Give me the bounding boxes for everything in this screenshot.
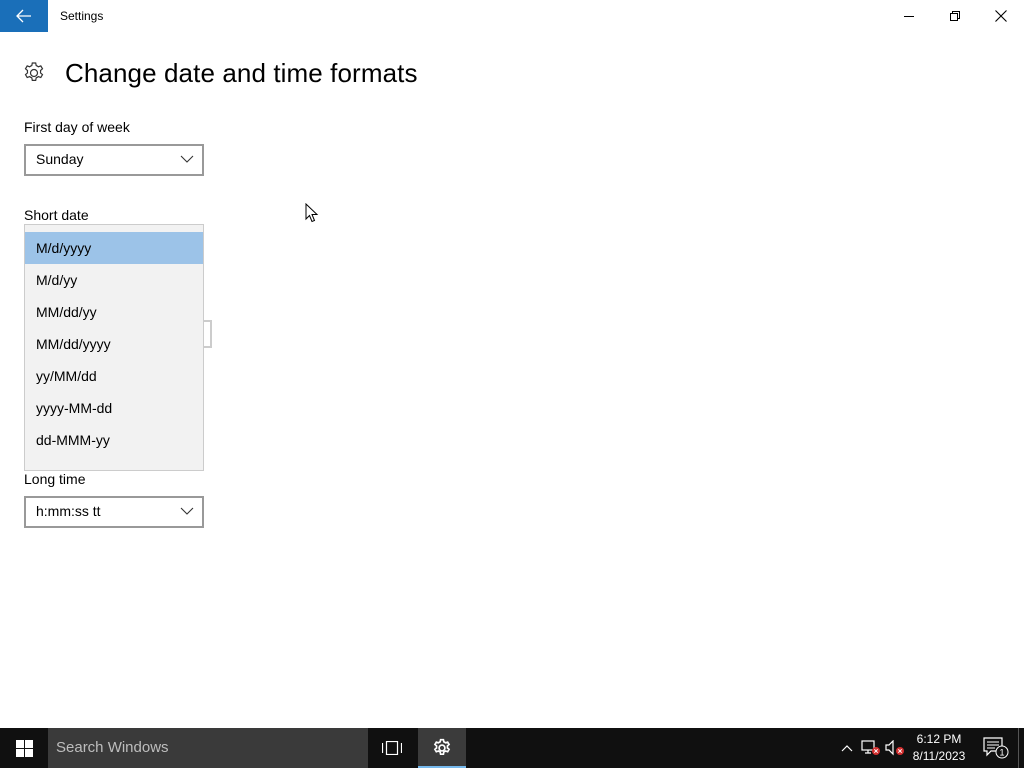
window-title: Settings: [60, 9, 104, 23]
maximize-button[interactable]: [932, 0, 978, 32]
notifications-icon: 1: [983, 737, 1009, 759]
short-date-options-list: M/d/yyyy M/d/yy MM/dd/yy MM/dd/yyyy yy/M…: [24, 224, 204, 471]
long-time-dropdown[interactable]: h:mm:ss tt: [24, 496, 204, 528]
settings-window: Settings Change date and time formats Fi…: [0, 0, 1024, 728]
taskbar-clock[interactable]: 6:12 PM 8/11/2023: [906, 731, 972, 765]
long-time-label: Long time: [24, 471, 86, 487]
first-day-label: First day of week: [24, 119, 130, 135]
notification-count: 1: [999, 748, 1004, 758]
close-icon: [995, 10, 1007, 22]
page-header: Change date and time formats: [22, 56, 418, 90]
gear-icon: [433, 738, 451, 755]
long-time-value: h:mm:ss tt: [36, 503, 101, 519]
chevron-up-icon: [841, 745, 853, 752]
clock-time: 6:12 PM: [916, 732, 962, 746]
short-date-label: Short date: [24, 207, 89, 223]
short-date-option[interactable]: M/d/yyyy: [25, 232, 203, 264]
volume-tray-button[interactable]: [884, 728, 906, 768]
gear-icon: [24, 62, 44, 81]
volume-muted-icon: [885, 740, 904, 756]
restore-icon: [950, 11, 960, 21]
chevron-down-icon: [180, 155, 194, 163]
short-date-option[interactable]: M/d/yy: [25, 264, 203, 296]
task-view-icon: [382, 741, 402, 755]
first-day-dropdown[interactable]: Sunday: [24, 144, 204, 176]
minimize-icon: [904, 16, 914, 17]
action-center-button[interactable]: 1: [978, 728, 1014, 768]
search-placeholder: Search Windows: [56, 739, 169, 756]
page-title: Change date and time formats: [65, 57, 418, 88]
clock-date: 8/11/2023: [912, 749, 966, 763]
short-date-option[interactable]: yy/MM/dd: [25, 360, 203, 392]
taskbar-settings-app[interactable]: [418, 728, 466, 768]
show-desktop-button[interactable]: [1018, 728, 1024, 768]
task-view-button[interactable]: [370, 728, 414, 768]
back-arrow-icon: [16, 9, 31, 23]
short-date-option[interactable]: MM/dd/yyyy: [25, 328, 203, 360]
mouse-cursor-icon: [305, 203, 319, 223]
taskbar: Search Windows 6:12 PM 8/11/2023 1: [0, 728, 1024, 768]
chevron-down-icon: [180, 507, 194, 515]
show-hidden-icons-button[interactable]: [838, 728, 856, 768]
start-button[interactable]: [0, 728, 48, 768]
back-button[interactable]: [0, 0, 48, 32]
network-tray-button[interactable]: [860, 728, 882, 768]
short-date-option[interactable]: yyyy-MM-dd: [25, 392, 203, 424]
windows-logo-icon: [15, 739, 33, 757]
taskbar-search-box[interactable]: Search Windows: [48, 728, 368, 768]
title-bar: Settings: [0, 0, 1024, 32]
short-date-option[interactable]: MM/dd/yy: [25, 296, 203, 328]
close-button[interactable]: [978, 0, 1024, 32]
first-day-value: Sunday: [36, 151, 84, 167]
network-disconnected-icon: [861, 740, 880, 755]
short-date-option[interactable]: dd-MMM-yy: [25, 424, 203, 456]
minimize-button[interactable]: [886, 0, 932, 32]
